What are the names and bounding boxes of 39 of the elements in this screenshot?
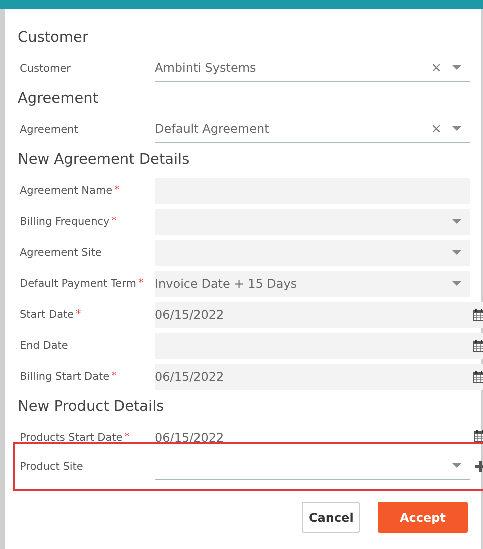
field-label: End Date <box>20 340 70 352</box>
add-icon[interactable] <box>474 461 483 472</box>
field-label: Agreement Site <box>20 246 103 258</box>
section-heading: New Agreement Details <box>18 151 191 170</box>
caret-icon[interactable] <box>452 280 462 286</box>
field-label: Agreement <box>20 124 80 136</box>
section-heading: New Product Details <box>18 398 166 417</box>
caret-icon[interactable] <box>452 218 462 224</box>
section-heading: Agreement <box>18 90 100 109</box>
field-label: Default Payment Term * <box>20 278 144 290</box>
dropdown-field[interactable] <box>155 208 470 234</box>
field-label: Billing Start Date * <box>20 370 118 382</box>
cancel-button[interactable]: Cancel <box>302 502 360 533</box>
caret-icon[interactable] <box>452 126 462 132</box>
field-label: Products Start Date * <box>20 432 131 444</box>
dropdown-field[interactable]: Invoice Date + 15 Days <box>155 270 470 296</box>
dropdown-field[interactable] <box>155 240 470 266</box>
calendar-icon[interactable] <box>474 430 483 442</box>
calendar-icon[interactable] <box>473 308 483 320</box>
field-label: Billing Frequency * <box>20 216 118 228</box>
calendar-icon[interactable] <box>473 340 483 352</box>
field-label: Agreement Name * <box>20 184 121 196</box>
accept-button[interactable]: Accept <box>378 502 468 533</box>
dropdown-field[interactable]: Default Agreement × <box>155 116 470 142</box>
field-label: Product Site <box>20 460 84 472</box>
clear-icon[interactable]: × <box>431 122 442 136</box>
caret-icon[interactable] <box>452 65 462 71</box>
calendar-icon[interactable] <box>473 370 483 382</box>
clear-icon[interactable]: × <box>431 62 442 74</box>
date-field[interactable]: 06/15/2022 <box>155 364 483 390</box>
caret-icon[interactable] <box>452 250 462 256</box>
date-field[interactable]: 06/15/2022 <box>155 302 483 328</box>
dropdown-field[interactable]: Ambinti Systems × <box>155 56 470 82</box>
date-field[interactable]: 06/15/2022 <box>155 424 470 450</box>
field-label: Start Date * <box>20 308 82 320</box>
field-label: Customer <box>20 62 72 74</box>
section-heading: Customer <box>18 29 90 48</box>
caret-icon[interactable] <box>452 463 462 469</box>
date-field[interactable] <box>155 332 483 358</box>
